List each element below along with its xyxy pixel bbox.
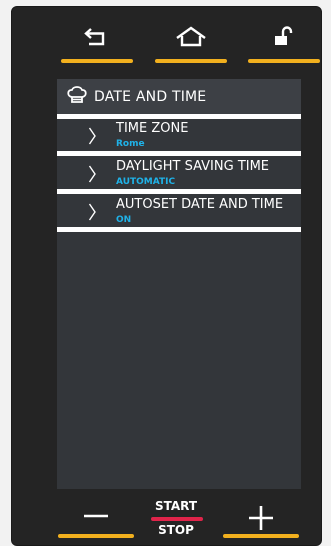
item-divider xyxy=(57,189,301,194)
lock-button[interactable] xyxy=(248,25,320,63)
back-button[interactable] xyxy=(61,25,133,63)
stop-label: STOP xyxy=(158,523,194,537)
home-button[interactable] xyxy=(155,25,227,63)
chef-hat-icon xyxy=(66,85,88,109)
chevron-right-icon xyxy=(88,126,97,150)
menu-item-time-zone[interactable]: TIME ZONE Rome xyxy=(57,119,301,156)
item-divider xyxy=(57,227,301,232)
menu-item-value: AUTOMATIC xyxy=(116,177,176,187)
menu-item-value: ON xyxy=(116,215,132,225)
menu-item-autoset-date-and-time[interactable]: AUTOSET DATE AND TIME ON xyxy=(57,195,301,232)
item-divider xyxy=(57,151,301,156)
start-stop-button[interactable]: START STOP xyxy=(143,496,209,544)
start-stop-indicator xyxy=(151,517,203,521)
menu-item-label: AUTOSET DATE AND TIME xyxy=(116,197,284,212)
back-button-underline xyxy=(61,59,133,63)
plus-button-underline xyxy=(223,534,299,538)
chevron-right-icon xyxy=(88,164,97,188)
minus-button[interactable] xyxy=(58,498,134,538)
menu-item-value: Rome xyxy=(116,139,145,149)
minus-button-underline xyxy=(58,534,134,538)
start-label: START xyxy=(154,499,198,513)
display-screen: DATE AND TIME TIME ZONE Rome DAYLIGHT SA… xyxy=(57,79,301,489)
plus-button[interactable] xyxy=(223,498,299,538)
menu-item-daylight-saving-time[interactable]: DAYLIGHT SAVING TIME AUTOMATIC xyxy=(57,157,301,194)
screen-header: DATE AND TIME xyxy=(57,79,301,114)
top-button-bar xyxy=(12,7,323,67)
unlocked-padlock-icon xyxy=(272,25,296,49)
menu-item-label: TIME ZONE xyxy=(116,121,189,136)
home-button-underline xyxy=(155,59,227,63)
back-arrow-icon xyxy=(82,25,112,49)
chevron-right-icon xyxy=(88,202,97,226)
menu-item-label: DAYLIGHT SAVING TIME xyxy=(116,159,270,174)
lock-button-underline xyxy=(248,59,320,63)
page-title: DATE AND TIME xyxy=(94,88,207,105)
home-icon xyxy=(173,25,209,49)
control-panel: DATE AND TIME TIME ZONE Rome DAYLIGHT SA… xyxy=(11,6,322,546)
